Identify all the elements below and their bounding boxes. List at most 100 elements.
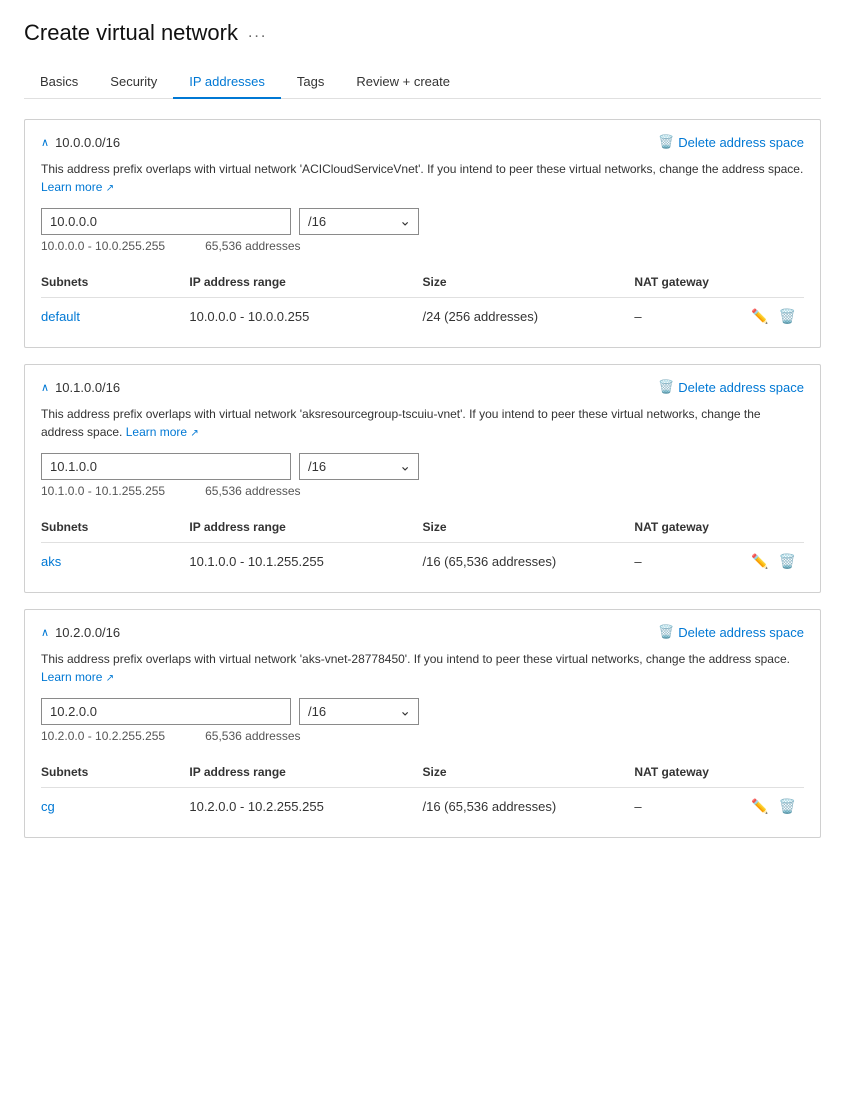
edit-subnet-icon[interactable]: ✏️ [751, 308, 768, 325]
subnet-size: /16 (65,536 addresses) [422, 788, 634, 822]
address-space-title-1: 10.0.0.0/16 [55, 135, 120, 150]
ip-range-text-3: 10.2.0.0 - 10.2.255.255 [41, 729, 165, 743]
col-header-ip-range-1: IP address range [189, 267, 422, 298]
subnet-size: /24 (256 addresses) [422, 298, 634, 332]
tab-review-create[interactable]: Review + create [340, 66, 466, 99]
collapse-icon-1[interactable]: ∧ [41, 136, 49, 149]
cidr-select-wrapper-1: /16 /8 /24 [299, 208, 419, 235]
card-title-1: ∧ 10.0.0.0/16 [41, 135, 120, 150]
address-space-title-2: 10.1.0.0/16 [55, 380, 120, 395]
tab-ip-addresses[interactable]: IP addresses [173, 66, 281, 99]
col-header-size-3: Size [422, 757, 634, 788]
col-header-nat-2: NAT gateway [634, 512, 740, 543]
tab-basics[interactable]: Basics [24, 66, 94, 99]
subnets-tbody-2: aks 10.1.0.0 - 10.1.255.255 /16 (65,536 … [41, 543, 804, 577]
collapse-icon-3[interactable]: ∧ [41, 626, 49, 639]
tab-security[interactable]: Security [94, 66, 173, 99]
external-link-icon-1: ↗ [106, 183, 114, 194]
page-title-container: Create virtual network ... [24, 20, 821, 46]
delete-trash-icon-2: 🗑️ [658, 379, 674, 395]
col-header-actions-3 [740, 757, 804, 788]
col-header-subnets-2: Subnets [41, 512, 189, 543]
tab-tags[interactable]: Tags [281, 66, 340, 99]
col-header-size-2: Size [422, 512, 634, 543]
subnets-header-1: Subnets IP address range Size NAT gatewa… [41, 267, 804, 298]
ip-input-row-2: /16 /8 /24 [41, 453, 804, 480]
card-header-1: ∧ 10.0.0.0/16 🗑️ Delete address space [41, 134, 804, 150]
delete-address-space-label-1: Delete address space [678, 135, 804, 150]
subnet-link-0[interactable]: default [41, 309, 80, 324]
ip-input-row-3: /16 /8 /24 [41, 698, 804, 725]
subnet-ip-range: 10.2.0.0 - 10.2.255.255 [189, 788, 422, 822]
page-title: Create virtual network [24, 20, 238, 46]
subnet-ip-range: 10.1.0.0 - 10.1.255.255 [189, 543, 422, 577]
ip-address-input-3[interactable] [41, 698, 291, 725]
range-info-2: 10.1.0.0 - 10.1.255.255 65,536 addresses [41, 484, 804, 498]
subnet-nat: – [634, 788, 740, 822]
subnets-table-1: Subnets IP address range Size NAT gatewa… [41, 267, 804, 331]
page-title-ellipsis: ... [248, 24, 267, 42]
subnet-actions: ✏️ 🗑️ [740, 788, 804, 822]
ip-input-row-1: /16 /8 /24 [41, 208, 804, 235]
delete-subnet-icon[interactable]: 🗑️ [779, 553, 796, 570]
tab-nav: Basics Security IP addresses Tags Review… [24, 66, 821, 99]
delete-trash-icon-1: 🗑️ [658, 134, 674, 150]
col-header-actions-1 [740, 267, 804, 298]
external-link-icon-2: ↗ [190, 428, 198, 439]
col-header-subnets-1: Subnets [41, 267, 189, 298]
ip-address-input-1[interactable] [41, 208, 291, 235]
collapse-icon-2[interactable]: ∧ [41, 381, 49, 394]
ip-range-text-2: 10.1.0.0 - 10.1.255.255 [41, 484, 165, 498]
subnet-link-0[interactable]: aks [41, 554, 61, 569]
delete-address-space-btn-1[interactable]: 🗑️ Delete address space [658, 134, 804, 150]
learn-more-link-2[interactable]: Learn more ↗ [126, 425, 199, 439]
address-space-title-3: 10.2.0.0/16 [55, 625, 120, 640]
address-count-2: 65,536 addresses [205, 484, 300, 498]
subnets-table-2: Subnets IP address range Size NAT gatewa… [41, 512, 804, 576]
subnet-link-0[interactable]: cg [41, 799, 55, 814]
subnet-actions: ✏️ 🗑️ [740, 298, 804, 332]
delete-address-space-label-3: Delete address space [678, 625, 804, 640]
warning-text-2: This address prefix overlaps with virtua… [41, 405, 804, 441]
card-header-2: ∧ 10.1.0.0/16 🗑️ Delete address space [41, 379, 804, 395]
col-header-nat-3: NAT gateway [634, 757, 740, 788]
cidr-select-wrapper-2: /16 /8 /24 [299, 453, 419, 480]
delete-trash-icon-3: 🗑️ [658, 624, 674, 640]
ip-address-input-2[interactable] [41, 453, 291, 480]
col-header-actions-2 [740, 512, 804, 543]
subnets-header-2: Subnets IP address range Size NAT gatewa… [41, 512, 804, 543]
cidr-select-3[interactable]: /16 /8 /24 [299, 698, 419, 725]
range-info-3: 10.2.0.0 - 10.2.255.255 65,536 addresses [41, 729, 804, 743]
subnet-ip-range: 10.0.0.0 - 10.0.0.255 [189, 298, 422, 332]
address-count-1: 65,536 addresses [205, 239, 300, 253]
cidr-select-wrapper-3: /16 /8 /24 [299, 698, 419, 725]
card-title-2: ∧ 10.1.0.0/16 [41, 380, 120, 395]
delete-subnet-icon[interactable]: 🗑️ [779, 798, 796, 815]
col-header-ip-range-2: IP address range [189, 512, 422, 543]
subnet-row: cg 10.2.0.0 - 10.2.255.255 /16 (65,536 a… [41, 788, 804, 822]
subnet-nat: – [634, 543, 740, 577]
subnet-actions: ✏️ 🗑️ [740, 543, 804, 577]
subnets-tbody-1: default 10.0.0.0 - 10.0.0.255 /24 (256 a… [41, 298, 804, 332]
col-header-nat-1: NAT gateway [634, 267, 740, 298]
address-card-2: ∧ 10.1.0.0/16 🗑️ Delete address space Th… [24, 364, 821, 593]
subnets-table-3: Subnets IP address range Size NAT gatewa… [41, 757, 804, 821]
delete-subnet-icon[interactable]: 🗑️ [779, 308, 796, 325]
col-header-subnets-3: Subnets [41, 757, 189, 788]
delete-address-space-btn-3[interactable]: 🗑️ Delete address space [658, 624, 804, 640]
cidr-select-2[interactable]: /16 /8 /24 [299, 453, 419, 480]
card-title-3: ∧ 10.2.0.0/16 [41, 625, 120, 640]
address-count-3: 65,536 addresses [205, 729, 300, 743]
address-spaces-container: ∧ 10.0.0.0/16 🗑️ Delete address space Th… [24, 119, 821, 838]
cidr-select-1[interactable]: /16 /8 /24 [299, 208, 419, 235]
delete-address-space-btn-2[interactable]: 🗑️ Delete address space [658, 379, 804, 395]
delete-address-space-label-2: Delete address space [678, 380, 804, 395]
ip-range-text-1: 10.0.0.0 - 10.0.255.255 [41, 239, 165, 253]
subnet-size: /16 (65,536 addresses) [422, 543, 634, 577]
edit-subnet-icon[interactable]: ✏️ [751, 798, 768, 815]
subnet-row: aks 10.1.0.0 - 10.1.255.255 /16 (65,536 … [41, 543, 804, 577]
learn-more-link-3[interactable]: Learn more ↗ [41, 670, 114, 684]
learn-more-link-1[interactable]: Learn more ↗ [41, 180, 114, 194]
edit-subnet-icon[interactable]: ✏️ [751, 553, 768, 570]
subnet-nat: – [634, 298, 740, 332]
